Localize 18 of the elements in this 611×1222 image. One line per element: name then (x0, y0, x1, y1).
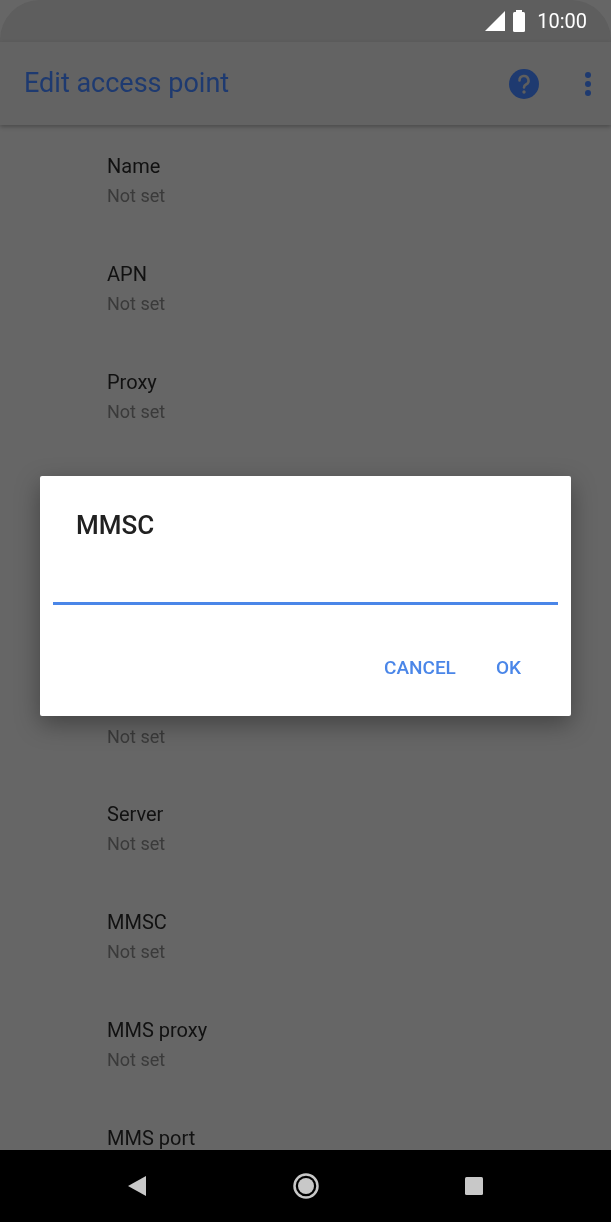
back-icon[interactable] (128, 1176, 146, 1196)
more-options-icon[interactable] (585, 71, 591, 96)
setting-title[interactable]: APN (107, 261, 147, 287)
battery-icon (513, 10, 526, 32)
help-icon[interactable] (509, 68, 539, 99)
setting-title[interactable]: Server (107, 801, 164, 827)
dialog-title: MMSC (76, 509, 155, 541)
setting-title[interactable]: Proxy (107, 369, 157, 395)
app-bar-title: Edit access point (24, 66, 231, 102)
setting-title[interactable]: MMS port (107, 1125, 196, 1150)
dialog-button[interactable]: CANCEL (374, 648, 466, 689)
setting-title[interactable]: MMSC (107, 909, 167, 935)
dialog-button[interactable]: OK (485, 648, 531, 689)
signal-icon (485, 11, 506, 31)
status-time: 10:00 (537, 8, 587, 35)
setting-title[interactable]: Name (107, 153, 161, 179)
home-icon[interactable] (291, 1172, 320, 1200)
setting-title[interactable]: MMS proxy (107, 1017, 208, 1043)
